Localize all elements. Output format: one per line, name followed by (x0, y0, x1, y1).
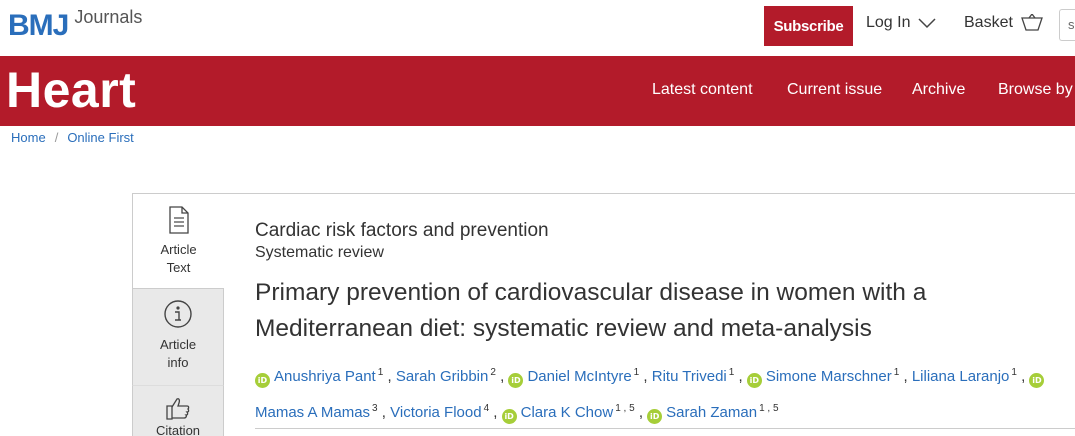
chevron-down-icon (918, 18, 937, 29)
basket-icon (1021, 14, 1043, 31)
tab-citation-label: Citation (155, 423, 201, 436)
basket-link[interactable]: Basket (964, 14, 1043, 32)
author-item[interactable]: iD Clara K Chow 1 , 5 (501, 403, 635, 424)
author-item[interactable]: Ritu Trivedi 1 (652, 368, 735, 386)
author-name[interactable]: Victoria Flood (390, 404, 481, 421)
author-name[interactable]: Anushriya Pant (274, 368, 376, 385)
author-item[interactable]: Mamas A Mamas 3 (255, 404, 378, 422)
article-type: Systematic review (255, 244, 384, 261)
affiliation-ref[interactable]: 1 , 5 (759, 403, 778, 414)
orcid-icon[interactable]: iD (647, 409, 663, 424)
search-input[interactable]: s (1059, 9, 1075, 41)
article-frame-border (224, 193, 1075, 194)
login-menu[interactable]: Log In (866, 14, 937, 32)
author-item[interactable]: Liliana Laranjo 1 (912, 368, 1017, 386)
nav-latest-content[interactable]: Latest content (652, 81, 753, 99)
orcid-icon[interactable]: iD (255, 373, 270, 388)
tab-article-info-line2: info (167, 355, 189, 370)
article-title: Primary prevention of cardiovascular dis… (255, 275, 1055, 347)
tab-article-text-line2: Text (166, 260, 191, 275)
author-name[interactable]: Mamas A Mamas (255, 404, 370, 421)
orcid-icon[interactable]: iD (508, 373, 524, 388)
login-label: Log In (866, 14, 911, 31)
document-icon (168, 206, 189, 234)
top-bar: BMJ Journals Subscribe Log In Basket s (0, 0, 1075, 56)
article-side-tabs: Article Text Article info Citation (132, 193, 224, 436)
author-name[interactable]: Clara K Chow (521, 404, 614, 421)
journal-nav-bar: Heart Latest content Current issue Archi… (0, 56, 1075, 126)
journal-brand-heart[interactable]: Heart (6, 60, 136, 120)
section-divider (255, 428, 1075, 429)
logo-journals-text: Journals (74, 7, 143, 27)
author-item[interactable]: iD Daniel McIntyre 1 (508, 368, 639, 388)
author-name[interactable]: Daniel McIntyre (527, 368, 631, 385)
author-name[interactable]: Sarah Zaman (666, 404, 757, 421)
article-title-line1: Primary prevention of cardiovascular dis… (255, 279, 927, 306)
breadcrumb-separator: / (54, 130, 59, 145)
article-section[interactable]: Cardiac risk factors and prevention (255, 218, 1055, 244)
author-item[interactable]: Sarah Gribbin 2 (396, 368, 496, 386)
thumbs-up-icon (166, 398, 190, 420)
author-item[interactable]: iD Simone Marschner 1 (746, 368, 899, 388)
basket-label: Basket (964, 14, 1013, 31)
logo-bmj-text: BMJ (8, 9, 69, 42)
affiliation-ref[interactable]: 1 , 5 (615, 403, 634, 414)
tab-article-text-line1: Article (160, 242, 197, 257)
orcid-icon[interactable]: iD (746, 373, 762, 388)
orcid-icon[interactable]: iD (501, 409, 517, 424)
nav-current-issue[interactable]: Current issue (787, 81, 882, 99)
author-item[interactable]: iD Sarah Zaman 1 , 5 (647, 403, 779, 424)
author-name[interactable]: Sarah Gribbin (396, 368, 489, 385)
breadcrumb-home[interactable]: Home (11, 130, 46, 145)
subscribe-button[interactable]: Subscribe (764, 6, 853, 46)
info-icon (164, 300, 192, 328)
article-header: Cardiac risk factors and prevention Syst… (255, 218, 1055, 431)
nav-archive[interactable]: Archive (912, 81, 965, 99)
nav-browse-by[interactable]: Browse by c (998, 81, 1075, 99)
breadcrumb: Home / Online First (11, 130, 134, 145)
bmj-journals-logo[interactable]: BMJ Journals (8, 6, 142, 46)
tab-article-text[interactable]: Article Text (132, 193, 224, 288)
tab-article-info-line1: Article (159, 337, 197, 352)
article-title-line2: Mediterranean diet: systematic review an… (255, 315, 872, 342)
author-list: iD Anushriya Pant 1 , Sarah Gribbin 2 , iD D… (255, 359, 1055, 431)
author-name[interactable]: Liliana Laranjo (912, 368, 1010, 385)
author-name[interactable]: Simone Marschner (766, 368, 892, 385)
author-item[interactable]: Victoria Flood 4 (390, 404, 489, 422)
author-item[interactable]: iD Anushriya Pant 1 (255, 368, 383, 388)
breadcrumb-online-first[interactable]: Online First (67, 130, 133, 145)
tab-citation[interactable]: Citation (132, 385, 224, 436)
orcid-icon[interactable]: iD (1029, 373, 1045, 388)
tab-article-info[interactable]: Article info (132, 288, 224, 385)
author-name[interactable]: Ritu Trivedi (652, 368, 727, 385)
